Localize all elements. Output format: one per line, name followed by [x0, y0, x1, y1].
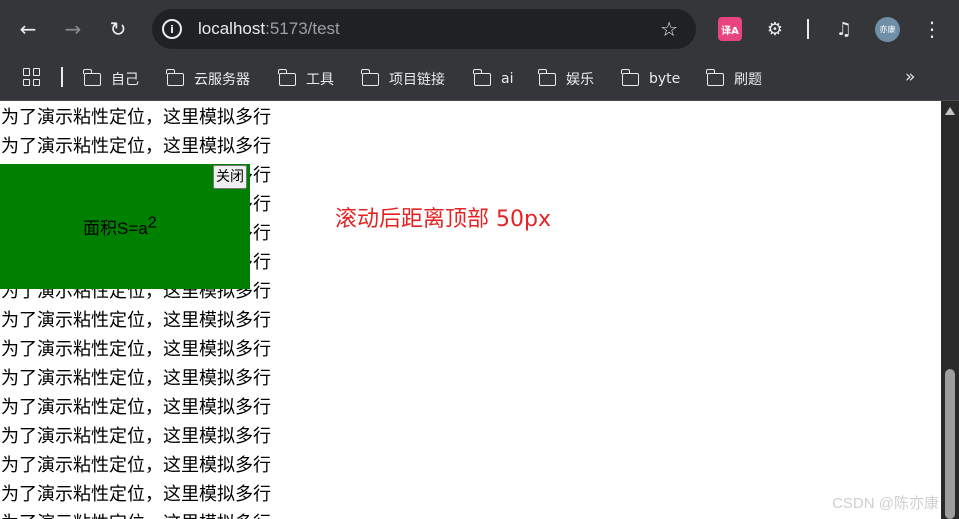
text-line: 为了演示粘性定位，这里模拟多行 [1, 455, 271, 476]
text-line: 为了演示粘性定位，这里模拟多行 [1, 484, 271, 505]
sticky-area-label: 面积S=a2 [83, 214, 157, 239]
area-formula-exponent: 2 [147, 214, 157, 232]
bookmark-folder[interactable]: 工具 [278, 66, 334, 92]
back-arrow-icon[interactable]: ← [13, 14, 43, 44]
more-menu-icon[interactable]: ⋮ [920, 17, 944, 41]
text-line: 为了演示粘性定位，这里模拟多行 [1, 136, 271, 157]
vertical-scrollbar[interactable] [941, 101, 959, 519]
bookmark-label: 娱乐 [566, 72, 594, 88]
folder-icon [278, 68, 296, 86]
forward-arrow-icon[interactable]: → [58, 14, 88, 44]
text-line: 为了演示粘性定位，这里模拟多行 [1, 397, 271, 418]
text-line: 为了演示粘性定位，这里模拟多行 [1, 339, 271, 360]
text-line: 为了演示粘性定位，这里模拟多行 [1, 310, 271, 331]
bookmarks-bar: 自己 云服务器 工具 项目链接 ai 娱乐 byte 刷题 » [0, 58, 959, 101]
browser-toolbar: ← → ↻ i localhost:5173/test ☆ 译A ⚙ ♫ 亦康 … [0, 0, 959, 58]
toolbar-divider [807, 19, 809, 39]
area-formula-text: 面积S=a [83, 219, 148, 238]
bookmark-label: byte [649, 71, 681, 87]
folder-icon [538, 68, 556, 86]
url-path: :5173/test [265, 19, 340, 38]
scroll-thumb[interactable] [945, 369, 955, 519]
site-info-icon[interactable]: i [162, 19, 182, 39]
folder-icon [166, 68, 184, 86]
watermark: CSDN @陈亦康 [832, 495, 939, 512]
text-line: 为了演示粘性定位，这里模拟多行 [1, 368, 271, 389]
bookmark-label: 自己 [111, 72, 139, 88]
apps-grid-icon[interactable] [23, 68, 41, 86]
bookmark-folder[interactable]: byte [621, 66, 681, 92]
bookmark-folder[interactable]: 云服务器 [166, 66, 250, 92]
bookmarks-overflow-icon[interactable]: » [905, 67, 915, 87]
bookmark-folder[interactable]: ai [473, 66, 514, 92]
media-queue-icon[interactable]: ♫ [832, 17, 856, 41]
scroll-up-arrow-icon[interactable] [945, 107, 955, 115]
bookmark-folder[interactable]: 刷题 [706, 66, 762, 92]
bookmark-label: ai [501, 71, 514, 87]
url-text[interactable]: localhost:5173/test [198, 19, 340, 39]
extensions-puzzle-icon[interactable]: ⚙ [763, 17, 787, 41]
folder-icon [83, 68, 101, 86]
sticky-box: 关闭 面积S=a2 [0, 164, 250, 289]
url-host: localhost [198, 19, 266, 38]
folder-icon [361, 68, 379, 86]
bookmark-folder[interactable]: 项目链接 [361, 66, 445, 92]
sticky-offset-note: 滚动后距离顶部 50px [335, 207, 551, 232]
reload-icon[interactable]: ↻ [103, 14, 133, 44]
bookmark-label: 云服务器 [194, 72, 250, 88]
folder-icon [473, 68, 491, 86]
bookmarks-divider [61, 67, 63, 87]
text-line: 为了演示粘性定位，这里模拟多行 [1, 107, 271, 128]
text-line: 为了演示粘性定位，这里模拟多行 [1, 426, 271, 447]
folder-icon [621, 68, 639, 86]
bookmark-label: 刷题 [734, 72, 762, 88]
profile-avatar[interactable]: 亦康 [875, 17, 900, 42]
bookmark-folder[interactable]: 娱乐 [538, 66, 594, 92]
bookmark-star-icon[interactable]: ☆ [660, 17, 678, 41]
folder-icon [706, 68, 724, 86]
translate-extension-icon[interactable]: 译A [718, 17, 742, 41]
address-bar[interactable]: i localhost:5173/test ☆ [152, 9, 696, 49]
page-viewport: 为了演示粘性定位，这里模拟多行 为了演示粘性定位，这里模拟多行 为了演示粘性定位… [0, 101, 941, 519]
bookmark-folder[interactable]: 自己 [83, 66, 139, 92]
bookmark-label: 项目链接 [389, 72, 445, 88]
close-button[interactable]: 关闭 [213, 165, 247, 189]
text-line: 为了演示粘性定位，这里模拟多行 [1, 509, 271, 519]
bookmark-label: 工具 [306, 72, 334, 88]
